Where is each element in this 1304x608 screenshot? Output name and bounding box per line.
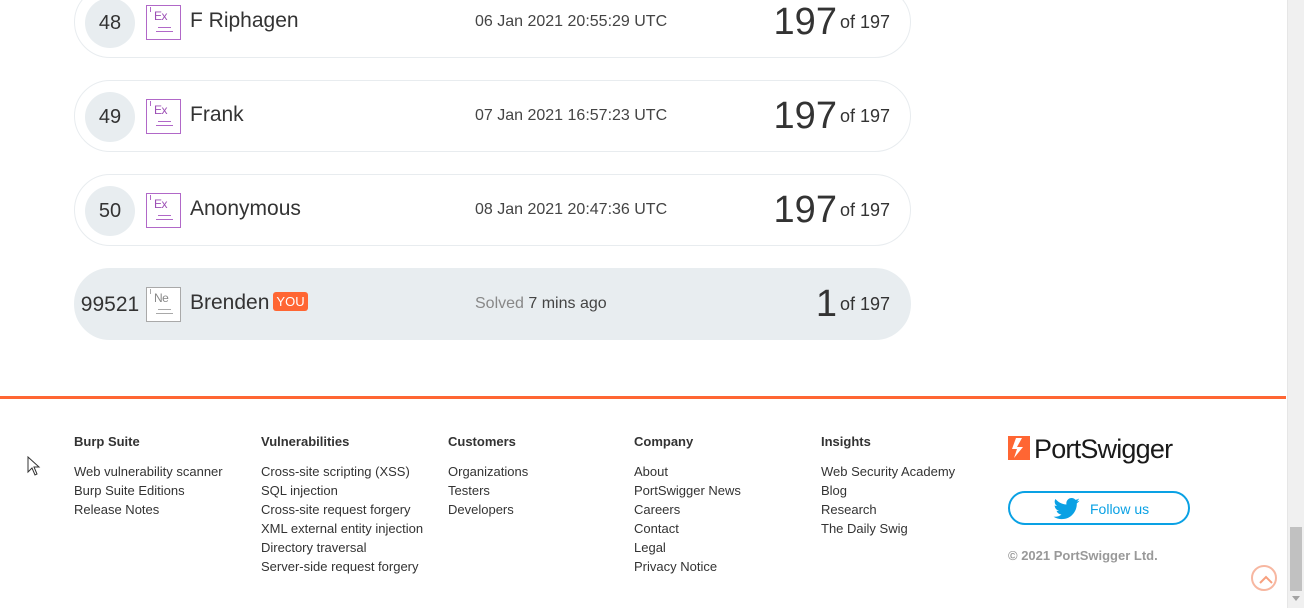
scroll-down-arrow-icon[interactable] — [1292, 596, 1300, 601]
solved-date: 08 Jan 2021 20:47:36 UTC — [475, 201, 668, 218]
footer-link[interactable]: Cross-site request forgery — [261, 500, 423, 519]
footer-divider — [0, 396, 1286, 399]
expert-level-icon: Ex — [146, 5, 181, 40]
leaderboard-row: 50 Ex Anonymous 08 Jan 2021 20:47:36 UTC… — [74, 174, 911, 246]
footer-link[interactable]: Legal — [634, 538, 741, 557]
footer-link[interactable]: Web Security Academy — [821, 462, 955, 481]
footer-link[interactable]: Developers — [448, 500, 528, 519]
footer-column-company: Company About PortSwigger News Careers C… — [634, 434, 741, 576]
footer-column-title: Vulnerabilities — [261, 434, 350, 449]
footer-column-title: Company — [634, 434, 694, 449]
footer-column-customers: Customers Organizations Testers Develope… — [448, 434, 528, 519]
footer-link[interactable]: Web vulnerability scanner — [74, 462, 223, 481]
footer-link[interactable]: Server-side request forgery — [261, 557, 423, 576]
footer-column-burp-suite: Burp Suite Web vulnerability scanner Bur… — [74, 434, 223, 519]
rank-number: 48 — [85, 0, 135, 48]
score-total: of 197 — [839, 106, 890, 126]
footer-link[interactable]: PortSwigger News — [634, 481, 741, 500]
footer-column-vulnerabilities: Vulnerabilities Cross-site scripting (XS… — [261, 434, 423, 576]
user-name: F Riphagen — [190, 9, 299, 32]
footer-link[interactable]: Blog — [821, 481, 955, 500]
user-name-text: Brenden — [190, 291, 270, 314]
footer-link[interactable]: Organizations — [448, 462, 528, 481]
footer-link[interactable]: Testers — [448, 481, 528, 500]
vertical-scrollbar[interactable] — [1287, 0, 1304, 608]
footer-link[interactable]: Directory traversal — [261, 538, 423, 557]
solved-date: 06 Jan 2021 20:55:29 UTC — [475, 13, 668, 30]
user-name: Brenden YOU — [190, 291, 308, 315]
solved-time: Solved 7 mins ago — [475, 295, 607, 313]
scrollbar-thumb[interactable] — [1290, 527, 1302, 591]
score-value: 197 — [773, 95, 837, 137]
rank-number: 99521 — [80, 293, 140, 316]
portswigger-mark-icon — [1008, 436, 1030, 460]
mouse-cursor-icon — [27, 456, 41, 476]
footer-column-title: Customers — [448, 434, 516, 449]
user-name: Anonymous — [190, 197, 301, 220]
solved-prefix: Solved — [475, 295, 524, 312]
score: 1 of 197 — [816, 283, 890, 326]
footer-column-insights: Insights Web Security Academy Blog Resea… — [821, 434, 955, 538]
you-badge: YOU — [273, 292, 308, 311]
footer-link[interactable]: Contact — [634, 519, 741, 538]
leaderboard-row: 48 Ex F Riphagen 06 Jan 2021 20:55:29 UT… — [74, 0, 911, 58]
footer-link[interactable]: Research — [821, 500, 955, 519]
chevron-up-icon — [1259, 575, 1273, 584]
expert-level-icon: Ex — [146, 99, 181, 134]
score-total: of 197 — [839, 294, 890, 314]
score-value: 197 — [773, 189, 837, 231]
scroll-to-top-button[interactable] — [1251, 565, 1277, 591]
logo-text: PortSwigger — [1034, 434, 1173, 464]
score-value: 197 — [773, 1, 837, 43]
leaderboard-row-current-user: 99521 Ne Brenden YOU Solved 7 mins ago 1o… — [74, 268, 911, 340]
newbie-level-icon: Ne — [146, 287, 181, 322]
footer-link[interactable]: XML external entity injection — [261, 519, 423, 538]
footer-link[interactable]: Cross-site scripting (XSS) — [261, 462, 423, 481]
footer-column-title: Insights — [821, 434, 871, 449]
copyright: © 2021 PortSwigger Ltd. — [1008, 548, 1158, 563]
solved-date: 07 Jan 2021 16:57:23 UTC — [475, 107, 668, 124]
score: 197 of 197 — [774, 95, 890, 138]
score: 197 of 197 — [774, 189, 890, 232]
footer-column-title: Burp Suite — [74, 434, 140, 449]
footer-link[interactable]: The Daily Swig — [821, 519, 955, 538]
score-total: of 197 — [839, 12, 890, 32]
footer-link[interactable]: SQL injection — [261, 481, 423, 500]
footer-link[interactable]: Privacy Notice — [634, 557, 741, 576]
score: 197 of 197 — [774, 1, 890, 44]
footer-link[interactable]: Careers — [634, 500, 741, 519]
rank-number: 49 — [85, 92, 135, 142]
leaderboard-row: 49 Ex Frank 07 Jan 2021 16:57:23 UTC 197… — [74, 80, 911, 152]
score-total: of 197 — [839, 200, 890, 220]
twitter-bird-icon — [1053, 498, 1081, 523]
solved-ago: 7 mins ago — [528, 295, 607, 312]
footer-link[interactable]: About — [634, 462, 741, 481]
twitter-follow-button[interactable]: Follow us — [1008, 491, 1190, 525]
expert-level-icon: Ex — [146, 193, 181, 228]
footer-link[interactable]: Burp Suite Editions — [74, 481, 223, 500]
score-value: 1 — [815, 283, 837, 325]
footer-link[interactable]: Release Notes — [74, 500, 223, 519]
user-name: Frank — [190, 103, 244, 126]
rank-number: 50 — [85, 186, 135, 236]
follow-label: Follow us — [1090, 501, 1150, 517]
